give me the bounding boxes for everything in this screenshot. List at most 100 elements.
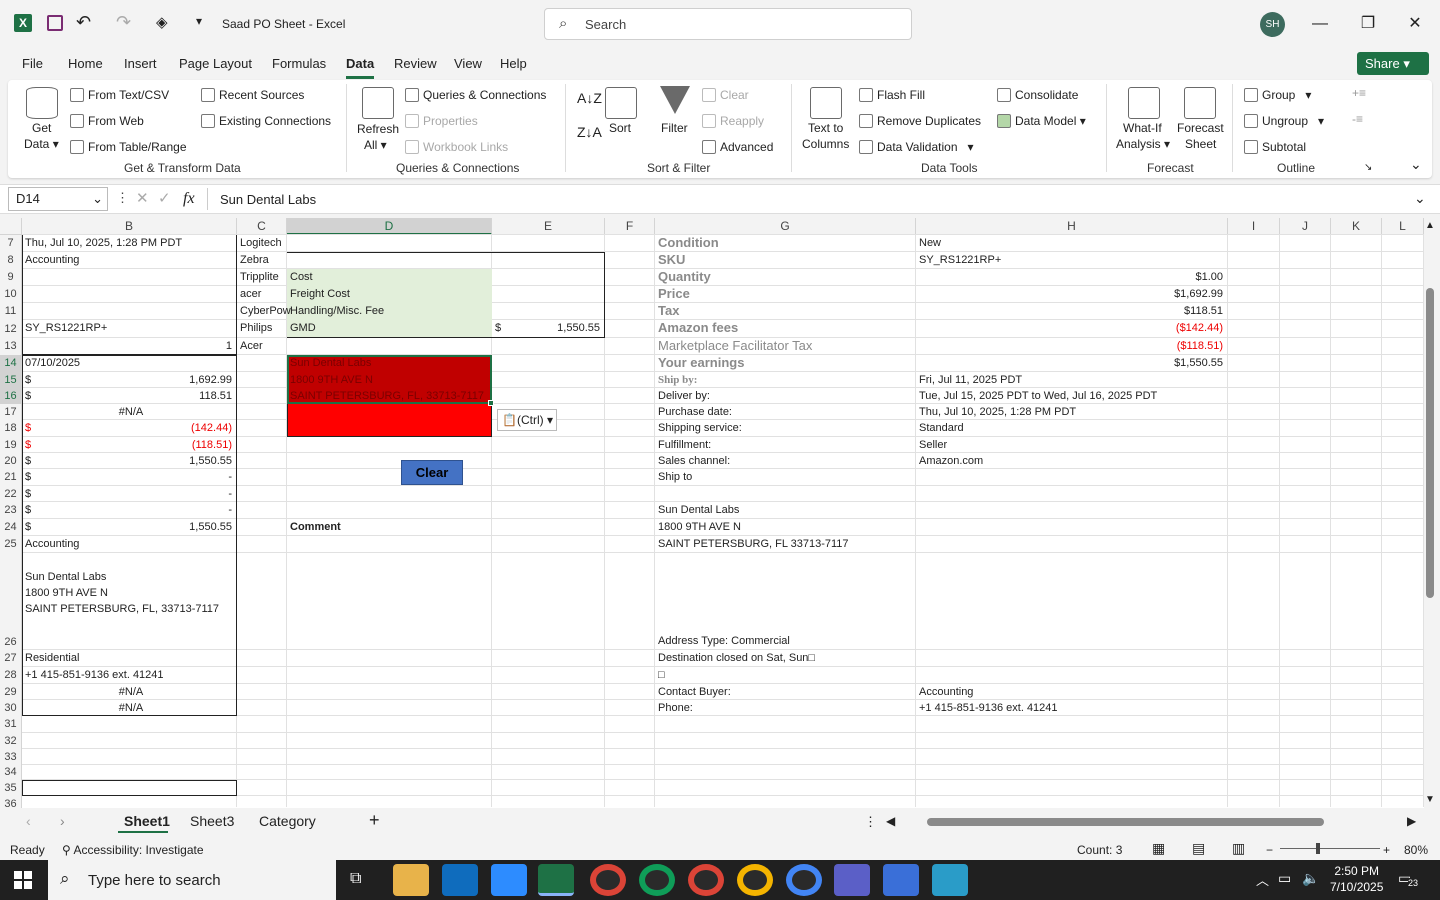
insert-function-icon[interactable]: fx <box>183 190 195 208</box>
cell-g9[interactable]: Quantity <box>655 269 916 286</box>
column-header-f[interactable]: F <box>605 218 655 235</box>
forecast-label-2[interactable]: Sheet <box>1185 137 1216 151</box>
cell-g27[interactable]: Destination closed on Sat, Sun□ <box>655 650 916 667</box>
refresh-label[interactable]: Refresh <box>357 122 399 136</box>
flash-fill-button[interactable]: Flash Fill <box>859 88 925 102</box>
chrome-icon[interactable] <box>688 864 724 896</box>
search-box[interactable]: ⌕ Search <box>544 8 912 40</box>
cell-g17[interactable]: Purchase date: <box>655 404 916 420</box>
zoom-icon[interactable] <box>491 864 527 896</box>
calculator-icon[interactable] <box>883 864 919 896</box>
recent-sources-button[interactable]: Recent Sources <box>201 88 304 102</box>
cell-h7[interactable]: New <box>916 235 1228 252</box>
minimize-icon[interactable]: — <box>1305 10 1335 38</box>
undo-icon[interactable]: ↶ <box>76 12 91 33</box>
cell-c9[interactable]: Tripplite <box>237 269 287 286</box>
column-header-d[interactable]: D <box>287 218 492 235</box>
next-sheet-icon[interactable]: › <box>60 813 65 829</box>
cell-b23[interactable]: - <box>22 502 237 519</box>
cell-g26[interactable]: Address Type: Commercial <box>655 553 916 650</box>
cell-b25[interactable]: Accounting <box>22 536 237 553</box>
row-header-16[interactable]: 16 <box>0 388 22 404</box>
column-header-i[interactable]: I <box>1228 218 1280 235</box>
chrome-icon[interactable] <box>786 864 822 896</box>
row-header-24[interactable]: 24 <box>0 519 22 536</box>
menu-formulas[interactable]: Formulas <box>272 56 326 71</box>
forecast-sheet-icon[interactable] <box>1184 87 1216 119</box>
sheet-tab-category[interactable]: Category <box>259 813 316 829</box>
save-icon[interactable] <box>47 15 63 31</box>
chevron-up-icon[interactable]: ︿ <box>1256 870 1269 889</box>
forecast-label[interactable]: Forecast <box>1177 121 1224 135</box>
column-header-e[interactable]: E <box>492 218 605 235</box>
from-text-csv-button[interactable]: From Text/CSV <box>70 88 169 102</box>
subtotal-button[interactable]: Subtotal <box>1244 140 1306 154</box>
cell-b22[interactable]: - <box>22 486 237 502</box>
cell-d15[interactable]: 1800 9TH AVE N <box>287 372 492 388</box>
cell-b28[interactable]: +1 415-851-9136 ext. 41241 <box>22 667 237 684</box>
more-options-icon[interactable]: ⋮ <box>116 190 129 206</box>
cell-b8[interactable]: Accounting <box>22 252 237 269</box>
cell-c8[interactable]: Zebra <box>237 252 287 269</box>
row-header-18[interactable]: 18 <box>0 420 22 437</box>
row-header-31[interactable]: 31 <box>0 716 22 733</box>
row-header-20[interactable]: 20 <box>0 453 22 469</box>
cell-c11[interactable]: CyberPow <box>237 303 291 320</box>
normal-view-icon[interactable]: ▦ <box>1152 840 1165 857</box>
column-header-h[interactable]: H <box>916 218 1228 235</box>
cell-g24[interactable]: 1800 9TH AVE N <box>655 519 916 536</box>
column-header-g[interactable]: G <box>655 218 916 235</box>
zoom-level[interactable]: 80% <box>1404 843 1428 857</box>
cell-h17[interactable]: Thu, Jul 10, 2025, 1:28 PM PDT <box>916 404 1228 420</box>
dialog-launcher-icon[interactable]: ↘ <box>1364 162 1372 173</box>
get-data-label[interactable]: Get <box>32 121 51 135</box>
cell-g21[interactable]: Ship to <box>655 469 916 486</box>
refresh-all-label[interactable]: All ▾ <box>364 138 387 152</box>
row-header-17[interactable]: 17 <box>0 404 22 420</box>
column-header-l[interactable]: L <box>1382 218 1424 235</box>
remove-duplicates-button[interactable]: Remove Duplicates <box>859 114 981 128</box>
task-view-icon[interactable]: ⧉ <box>350 870 361 888</box>
teams-icon[interactable] <box>834 864 870 896</box>
filter-label[interactable]: Filter <box>661 121 688 135</box>
cell-d12[interactable]: GMD <box>287 320 492 338</box>
cell-h13[interactable]: ($118.51) <box>916 338 1228 355</box>
cell-b13[interactable]: 1 <box>22 338 237 355</box>
row-header-23[interactable]: 23 <box>0 502 22 519</box>
column-header-j[interactable]: J <box>1280 218 1331 235</box>
cell-g11[interactable]: Tax <box>655 303 916 320</box>
data-validation-button[interactable]: Data Validation ▾ <box>859 140 974 154</box>
text-to-columns-label[interactable]: Text to <box>808 121 843 135</box>
cell-b26-line[interactable]: 1800 9TH AVE N <box>22 585 237 601</box>
scroll-right-icon[interactable]: ▶ <box>1407 814 1416 828</box>
horizontal-scroll-thumb[interactable] <box>927 818 1324 826</box>
cell-h16[interactable]: Tue, Jul 15, 2025 PDT to Wed, Jul 16, 20… <box>916 388 1228 404</box>
cell-g20[interactable]: Sales channel: <box>655 453 916 469</box>
volume-icon[interactable]: 🔈 <box>1302 870 1319 887</box>
row-header-22[interactable]: 22 <box>0 486 22 502</box>
cancel-icon[interactable]: ✕ <box>136 189 149 207</box>
more-options-icon[interactable]: ⋮ <box>864 814 877 830</box>
cell-g19[interactable]: Fulfillment: <box>655 437 916 453</box>
cell-b19[interactable]: (118.51) <box>22 437 237 453</box>
cell-h18[interactable]: Standard <box>916 420 1228 437</box>
windows-start-icon[interactable] <box>14 871 32 889</box>
consolidate-button[interactable]: Consolidate <box>997 88 1078 102</box>
zoom-out-icon[interactable]: − <box>1266 843 1273 857</box>
cell-d11[interactable]: Handling/Misc. Fee <box>287 303 492 320</box>
share-button[interactable]: Share ▾ <box>1357 52 1429 75</box>
text-to-columns-icon[interactable] <box>810 87 842 119</box>
excel-icon[interactable] <box>538 864 574 896</box>
show-detail-icon[interactable]: +≡ <box>1352 86 1366 100</box>
vertical-scroll-thumb[interactable] <box>1426 288 1434 598</box>
chrome-icon[interactable] <box>590 864 626 896</box>
cell-b17[interactable]: #N/A <box>22 404 237 420</box>
row-header-8[interactable]: 8 <box>0 252 22 269</box>
network-icon[interactable]: ▭ <box>1278 870 1291 887</box>
cell-b18[interactable]: (142.44) <box>22 420 237 437</box>
ungroup-button[interactable]: Ungroup ▾ <box>1244 114 1324 128</box>
scroll-left-icon[interactable]: ◀ <box>886 814 895 828</box>
get-data-icon[interactable] <box>26 87 58 119</box>
cell-h12[interactable]: ($142.44) <box>916 320 1228 338</box>
notifications-icon[interactable]: ▭ 23 <box>1398 870 1419 888</box>
